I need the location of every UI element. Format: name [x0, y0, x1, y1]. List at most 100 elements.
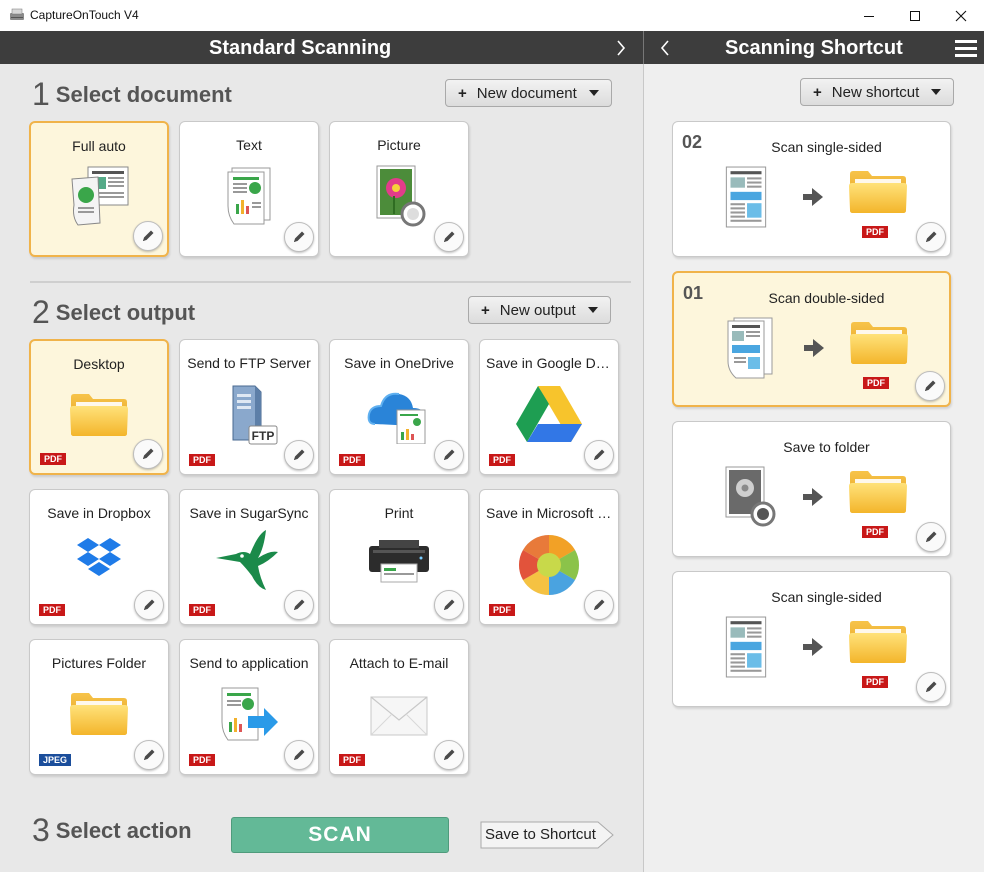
minimize-button[interactable] — [846, 0, 892, 31]
tile-label: Save in Dropbox — [47, 505, 151, 521]
dropdown-caret-icon — [587, 307, 598, 313]
envelope-icon — [370, 696, 428, 736]
shortcut-number: 01 — [683, 283, 704, 303]
document-tile-text[interactable]: Text — [179, 121, 319, 257]
output-tile-pictures-folder[interactable]: Pictures Folder JPEG — [29, 639, 169, 775]
edit-button[interactable] — [916, 672, 946, 702]
output-tile-dropbox[interactable]: Save in Dropbox PDF — [29, 489, 169, 625]
output-tile-send-to-application[interactable]: Send to application PDF — [179, 639, 319, 775]
shortcut-tile[interactable]: Scan single-sided PDF — [672, 571, 951, 707]
ftp-icon-text: FTP — [252, 429, 275, 443]
picture-document-icon — [376, 165, 426, 227]
step3-label: Select action — [55, 817, 192, 843]
pdf-badge: PDF — [862, 676, 888, 688]
collapse-left-button[interactable] — [650, 31, 680, 64]
step1-number: 1 — [32, 76, 50, 112]
document-tile-picture[interactable]: Picture — [329, 121, 469, 257]
new-shortcut-button[interactable]: + New shortcut — [800, 78, 955, 106]
edit-button[interactable] — [284, 222, 314, 252]
output-tile-email[interactable]: Attach to E-mail PDF — [329, 639, 469, 775]
output-tile-print[interactable]: Print — [329, 489, 469, 625]
tile-label: Save in Google Dri... — [486, 355, 612, 371]
edit-button[interactable] — [134, 740, 164, 770]
edit-button[interactable] — [133, 439, 163, 469]
plus-icon: + — [813, 83, 822, 101]
plus-icon: + — [458, 84, 467, 102]
ftp-server-icon: FTP — [232, 385, 278, 445]
output-tile-sharepoint[interactable]: Save in Microsoft S... PDF — [479, 489, 619, 625]
pencil-icon — [923, 229, 939, 245]
folder-icon — [69, 391, 129, 437]
save-to-shortcut-label: Save to Shortcut — [485, 826, 596, 843]
arrow-right-icon — [803, 638, 823, 656]
pdf-badge: PDF — [863, 377, 889, 389]
pdf-badge: PDF — [339, 754, 365, 766]
output-tile-sugarsync[interactable]: Save in SugarSync PDF — [179, 489, 319, 625]
edit-button[interactable] — [434, 740, 464, 770]
standard-scanning-header: Standard Scanning — [0, 31, 643, 64]
shortcut-label: Scan double-sided — [768, 290, 885, 306]
output-tile-ftp[interactable]: Send to FTP Server FTP PDF — [179, 339, 319, 475]
new-document-label: New document — [476, 84, 577, 102]
edit-button[interactable] — [916, 222, 946, 252]
tile-label: Send to application — [189, 655, 309, 671]
single-sided-document-icon — [725, 166, 767, 228]
shortcut-tile[interactable]: 02 Scan single-sided PDF — [672, 121, 951, 257]
new-document-button[interactable]: + New document — [445, 79, 612, 107]
output-tile-onedrive[interactable]: Save in OneDrive PDF — [329, 339, 469, 475]
pencil-icon — [591, 447, 607, 463]
save-to-shortcut-button[interactable]: Save to Shortcut — [480, 821, 614, 849]
pencil-icon — [140, 446, 156, 462]
step1-heading: 1 Select document — [32, 76, 232, 113]
shortcut-tile[interactable]: 01 Scan double-sided PDF — [672, 271, 951, 407]
maximize-button[interactable] — [892, 0, 938, 31]
pencil-icon — [140, 228, 156, 244]
tile-label: Attach to E-mail — [349, 655, 449, 671]
full-auto-document-icon — [71, 166, 129, 226]
new-output-button[interactable]: + New output — [468, 296, 611, 324]
step1-label: Select document — [55, 81, 232, 107]
menu-button[interactable] — [951, 31, 981, 64]
window-titlebar: CaptureOnTouch V4 — [0, 0, 984, 31]
step3-heading: 3 Select action — [32, 812, 192, 849]
document-tile-full-auto[interactable]: Full auto — [29, 121, 169, 257]
arrow-right-icon — [803, 188, 823, 206]
edit-button[interactable] — [584, 440, 614, 470]
pencil-icon — [441, 597, 457, 613]
edit-button[interactable] — [284, 440, 314, 470]
edit-button[interactable] — [434, 222, 464, 252]
sugarsync-icon — [216, 530, 278, 590]
new-output-label: New output — [499, 301, 576, 319]
folder-icon — [849, 319, 909, 365]
onedrive-icon — [367, 392, 426, 444]
edit-button[interactable] — [134, 590, 164, 620]
scan-button[interactable]: SCAN — [231, 817, 449, 853]
plus-icon: + — [481, 301, 490, 319]
pdf-badge: PDF — [189, 604, 215, 616]
edit-button[interactable] — [584, 590, 614, 620]
output-tile-desktop[interactable]: Desktop PDF — [29, 339, 169, 475]
close-icon — [955, 10, 967, 21]
shortcut-label: Scan single-sided — [771, 589, 882, 605]
edit-button[interactable] — [915, 371, 945, 401]
edit-button[interactable] — [434, 440, 464, 470]
tile-label: Save in Microsoft S... — [486, 505, 612, 521]
shortcut-label: Scan single-sided — [771, 139, 882, 155]
pdf-badge: PDF — [39, 604, 65, 616]
folder-icon — [848, 168, 908, 214]
edit-button[interactable] — [133, 221, 163, 251]
output-tile-google-drive[interactable]: Save in Google Dri... PDF — [479, 339, 619, 475]
edit-button[interactable] — [284, 590, 314, 620]
collapse-right-button[interactable] — [606, 31, 636, 64]
pdf-badge: PDF — [189, 454, 215, 466]
edit-button[interactable] — [284, 740, 314, 770]
shortcut-number: 02 — [682, 132, 703, 152]
edit-button[interactable] — [434, 590, 464, 620]
close-button[interactable] — [938, 0, 984, 31]
pencil-icon — [923, 529, 939, 545]
tile-label: Picture — [377, 137, 421, 153]
shortcut-tile[interactable]: Save to folder PDF — [672, 421, 951, 557]
scanning-shortcut-header: Scanning Shortcut — [644, 31, 984, 64]
tile-label: Text — [236, 137, 262, 153]
edit-button[interactable] — [916, 522, 946, 552]
